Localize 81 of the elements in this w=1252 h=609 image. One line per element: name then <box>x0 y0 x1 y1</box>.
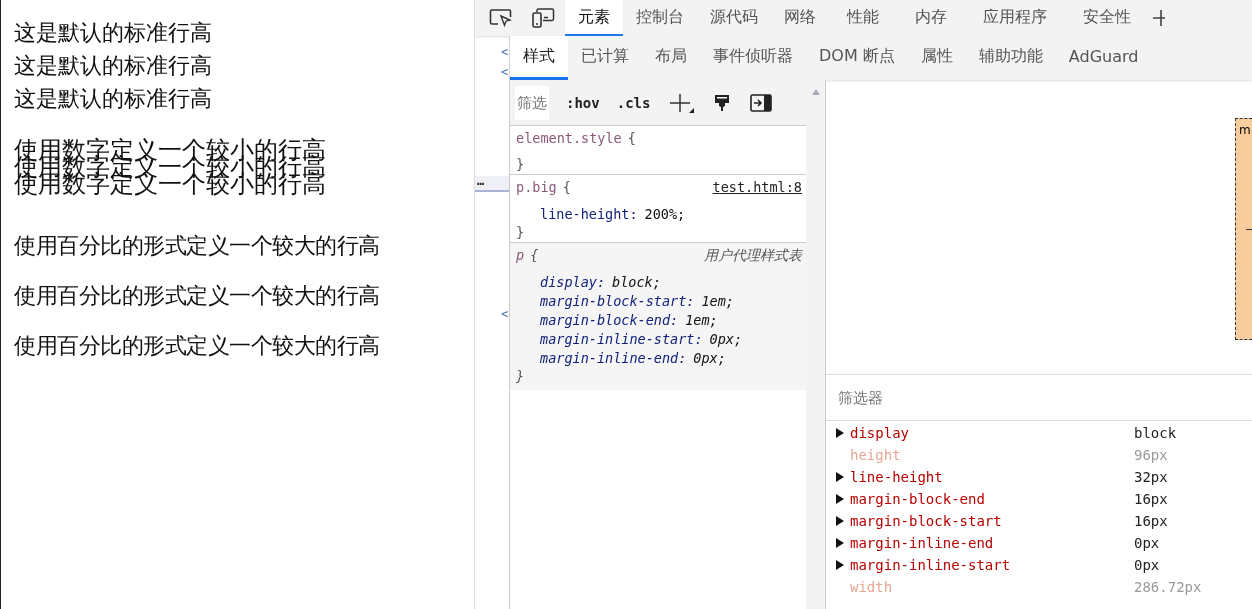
computed-property: margin-inline-start <box>850 557 1012 573</box>
computed-value: 0px <box>1134 535 1160 551</box>
panel-tab[interactable]: 内存 <box>897 0 965 36</box>
computed-property: width <box>850 579 894 595</box>
plus-icon[interactable] <box>1153 9 1165 27</box>
paragraph: 这是默认的标准行高 <box>14 85 213 113</box>
brace: { <box>530 247 539 263</box>
pane-tab[interactable]: 样式 <box>510 36 568 80</box>
panel-tab[interactable]: 应用程序 <box>965 0 1065 36</box>
paint-brush-icon[interactable] <box>714 93 731 112</box>
panel-tab[interactable]: 安全性 <box>1065 0 1149 36</box>
pane-tab[interactable]: 属性 <box>907 36 966 80</box>
expand-arrow-icon[interactable] <box>836 428 844 438</box>
expand-arrow-icon[interactable] <box>836 472 844 482</box>
paragraph: 这是默认的标准行高 <box>14 52 213 80</box>
brace: } <box>516 224 526 240</box>
tag-bracket: < <box>500 64 509 81</box>
brace: } <box>516 156 526 172</box>
computed-value: block <box>1134 425 1177 441</box>
css-value: block; <box>612 274 661 290</box>
computed-property: margin-inline-end <box>850 535 995 551</box>
css-property: margin-block-end: <box>540 312 679 328</box>
computed-property: display <box>850 425 910 441</box>
paragraph: 使用百分比的形式定义一个较大的行高 <box>14 332 381 360</box>
css-property: line-height: <box>540 206 638 222</box>
computed-value: 16px <box>1134 513 1168 529</box>
hov-button[interactable]: :hov <box>566 94 600 111</box>
pane-tab[interactable]: 事件侦听器 <box>700 36 806 80</box>
filter-field[interactable]: 筛选 <box>515 85 549 120</box>
panel-tab[interactable]: 元素 <box>565 0 623 36</box>
css-selector: p.big <box>516 179 557 195</box>
brace: } <box>516 368 526 384</box>
css-value: 0px; <box>709 331 743 347</box>
css-property: margin-inline-end: <box>540 350 687 366</box>
css-value: 0px; <box>693 350 726 366</box>
pane-tab[interactable]: DOM 断点 <box>806 36 908 80</box>
expand-arrow-icon[interactable] <box>836 538 844 548</box>
more-button[interactable]: … <box>475 176 509 192</box>
source-link[interactable]: test.html:8 <box>712 179 802 195</box>
sidebar-toggle-icon[interactable] <box>750 93 773 112</box>
new-rule-icon[interactable] <box>670 92 695 113</box>
panel-tab[interactable]: 性能 <box>829 0 897 36</box>
panel-tab[interactable]: 控制台 <box>623 0 697 36</box>
panel-tab[interactable]: 源代码 <box>697 0 771 36</box>
css-property: margin-inline-start: <box>540 331 703 347</box>
css-value: 1em; <box>685 312 718 328</box>
pane-tab[interactable]: AdGuard <box>1055 36 1152 80</box>
computed-value: 32px <box>1134 469 1168 485</box>
paragraph: 这是默认的标准行高 <box>14 19 213 47</box>
tag-bracket: < <box>500 44 509 61</box>
css-property: display: <box>540 274 606 290</box>
pane-tab[interactable]: 已计算 <box>568 36 642 80</box>
pane-tab[interactable]: 布局 <box>642 36 700 80</box>
inspect-icon[interactable] <box>489 8 513 28</box>
computed-property: margin-block-end <box>850 491 986 507</box>
computed-property: height <box>850 447 902 463</box>
css-value: 1em; <box>701 293 734 309</box>
expand-arrow-icon[interactable] <box>836 516 844 526</box>
brace: { <box>627 130 636 146</box>
tag-bracket: < <box>500 306 509 323</box>
source-label: 用户代理样式表 <box>704 247 802 265</box>
css-property: margin-block-start: <box>540 293 695 309</box>
css-selector: p <box>516 247 525 263</box>
expand-arrow-icon[interactable] <box>836 494 844 504</box>
css-selector: element.style <box>516 130 622 146</box>
computed-value: 16px <box>1134 491 1168 507</box>
pane-tab[interactable]: 辅助功能 <box>965 36 1056 80</box>
panel-tab[interactable]: 网络 <box>771 0 829 36</box>
computed-property: margin-block-start <box>850 513 1003 529</box>
paragraph: 使用百分比的形式定义一个较大的行高 <box>14 232 381 260</box>
computed-value: 96px <box>1134 447 1168 463</box>
computed-value: 0px <box>1134 557 1160 573</box>
css-value: 200%; <box>644 206 686 222</box>
brace: { <box>562 179 571 195</box>
paragraph: 使用百分比的形式定义一个较大的行高 <box>14 282 381 310</box>
computed-value: 286.72px <box>1134 579 1202 595</box>
computed-property: line-height <box>850 469 944 485</box>
device-icon[interactable] <box>531 8 555 28</box>
expand-arrow-icon[interactable] <box>836 560 844 570</box>
margin-label: m <box>1238 122 1252 139</box>
cls-button[interactable]: .cls <box>616 94 651 111</box>
